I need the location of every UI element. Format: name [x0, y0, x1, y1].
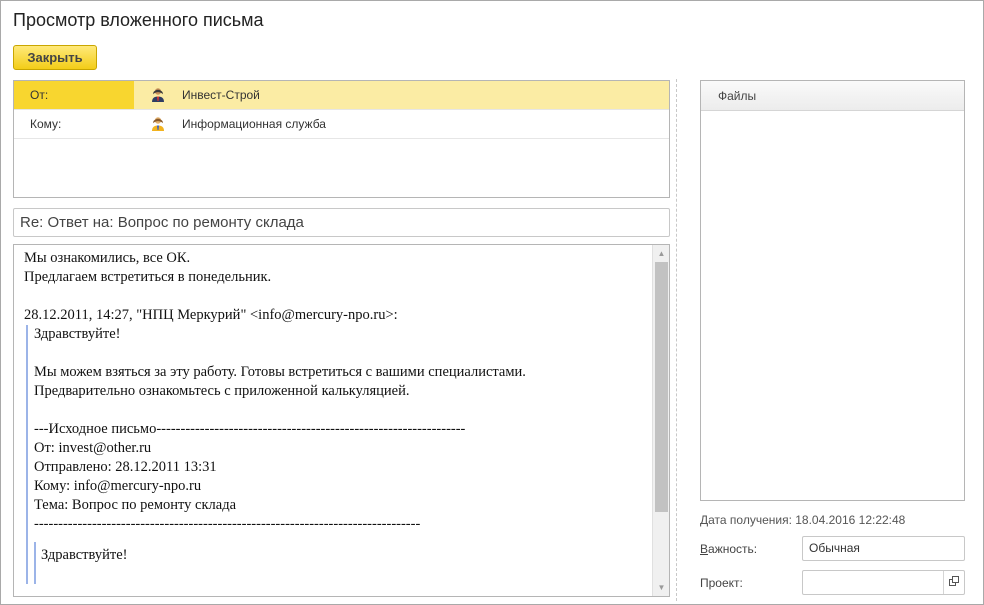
- body-line: От: invest@other.ru: [34, 440, 152, 456]
- body-line: Предварительно ознакомьтесь с приложенно…: [34, 383, 410, 399]
- recipients-list: От: Инвест-Строй Кому: Информационная сл…: [13, 80, 670, 198]
- body-line: ----------------------------------------…: [34, 516, 421, 532]
- importance-label-text: ажность:: [708, 542, 758, 556]
- recipient-row-to[interactable]: Кому: Информационная служба: [14, 110, 669, 139]
- body-line: Здравствуйте!: [34, 326, 121, 342]
- scroll-thumb[interactable]: [655, 262, 668, 512]
- page-title: Просмотр вложенного письма: [13, 10, 264, 30]
- body-line: Мы ознакомились, все ОК.: [24, 250, 191, 266]
- importance-accesskey: В: [700, 542, 709, 556]
- body-line: Здравствуйте!: [41, 547, 128, 563]
- project-field[interactable]: [802, 570, 965, 595]
- scroll-up-icon[interactable]: ▲: [653, 245, 669, 262]
- received-date: Дата получения: 18.04.2016 12:22:48: [700, 513, 905, 527]
- recipient-row-from[interactable]: От: Инвест-Строй: [14, 81, 669, 110]
- files-header[interactable]: Файлы: [701, 81, 964, 111]
- received-label: Дата получения:: [700, 513, 792, 527]
- recipient-name: Информационная служба: [182, 117, 326, 131]
- splitter[interactable]: [676, 79, 677, 601]
- body-line: Мы можем взяться за эту работу. Готовы в…: [34, 364, 526, 380]
- user-yellow-icon: [152, 117, 164, 131]
- body-line: Отправлено: 28.12.2011 13:31: [34, 459, 217, 475]
- recipient-label: Кому:: [30, 117, 62, 131]
- open-icon[interactable]: [943, 571, 964, 594]
- importance-field[interactable]: Обычная: [802, 536, 965, 561]
- importance-label: Важность:: [700, 542, 757, 556]
- project-label: Проект:: [700, 576, 743, 590]
- subject-field[interactable]: Re: Ответ на: Вопрос по ремонту склада: [13, 208, 670, 237]
- files-panel: Файлы: [700, 80, 965, 501]
- body-line: Предлагаем встретиться в понедельник.: [24, 269, 272, 285]
- user-dark-icon: [152, 88, 164, 102]
- quote-header: 28.12.2011, 14:27, "НПЦ Меркурий" <info@…: [24, 307, 398, 323]
- recipient-name: Инвест-Строй: [182, 88, 260, 102]
- attached-letter-window: Просмотр вложенного письма Закрыть От: И…: [0, 0, 984, 605]
- nested-quote: Здравствуйте!: [34, 542, 649, 584]
- body-line: ---Исходное письмо----------------------…: [34, 421, 466, 437]
- received-value: 18.04.2016 12:22:48: [795, 513, 906, 527]
- message-text: Мы ознакомились, все ОК. Предлагаем встр…: [24, 249, 649, 584]
- close-button[interactable]: Закрыть: [13, 45, 97, 70]
- scroll-down-icon[interactable]: ▼: [653, 579, 669, 596]
- body-line: Кому: info@mercury-npo.ru: [34, 478, 202, 494]
- body-line: Тема: Вопрос по ремонту склада: [34, 497, 237, 513]
- quoted-message: Здравствуйте! Мы можем взяться за эту ра…: [26, 325, 649, 584]
- body-scrollbar[interactable]: ▲ ▼: [652, 245, 669, 596]
- message-body[interactable]: Мы ознакомились, все ОК. Предлагаем встр…: [13, 244, 670, 597]
- recipient-label: От:: [14, 81, 134, 109]
